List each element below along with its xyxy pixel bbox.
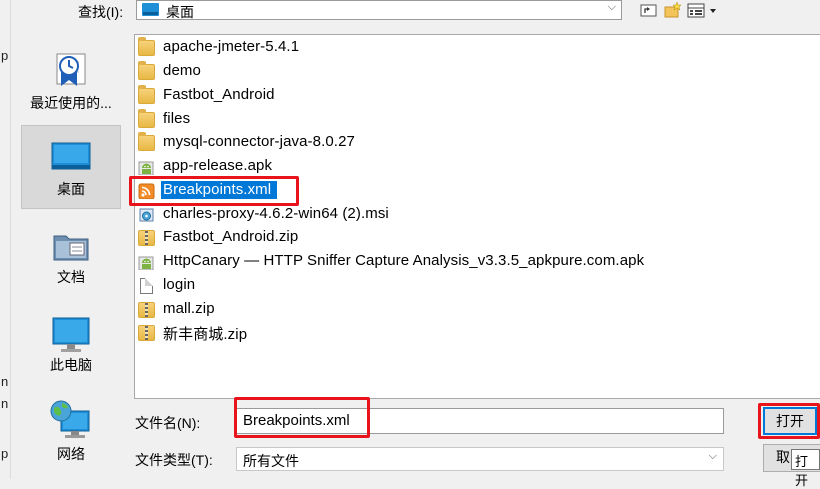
android-apk-icon xyxy=(138,161,154,175)
place-label: 文档 xyxy=(57,269,85,285)
list-item[interactable]: HttpCanary — HTTP Sniffer Capture Analys… xyxy=(136,251,796,273)
place-label: 最近使用的... xyxy=(30,95,112,111)
folder-icon xyxy=(138,132,155,151)
view-menu-icon xyxy=(687,3,716,18)
background-text: p xyxy=(1,446,9,461)
list-item[interactable]: demo xyxy=(136,61,796,83)
up-folder-icon xyxy=(640,4,657,17)
file-name: HttpCanary — HTTP Sniffer Capture Analys… xyxy=(163,252,645,269)
list-item[interactable]: 新丰商城.zip xyxy=(136,322,796,344)
desktop-icon xyxy=(51,142,91,170)
zip-icon xyxy=(138,230,155,246)
network-icon xyxy=(50,400,90,438)
place-label: 桌面 xyxy=(57,181,85,197)
chevron-down-icon: ⌵ xyxy=(708,450,717,462)
places-sidebar: 最近使用的... 桌面 文档 此电脑 网络 xyxy=(18,36,124,479)
place-recent[interactable]: 最近使用的... xyxy=(21,36,121,120)
list-item[interactable]: login xyxy=(136,275,796,297)
place-network[interactable]: 网络 xyxy=(21,391,121,475)
new-folder-button[interactable] xyxy=(662,1,684,19)
computer-icon xyxy=(52,317,90,352)
folder-icon xyxy=(138,109,155,128)
background-text: n xyxy=(1,396,9,411)
documents-icon xyxy=(53,235,89,261)
background-text: n xyxy=(1,374,9,389)
view-menu-button[interactable] xyxy=(686,1,720,19)
list-item[interactable]: charles-proxy-4.6.2-win64 (2).msi xyxy=(136,204,796,226)
list-item[interactable]: apache-jmeter-5.4.1 xyxy=(136,37,796,59)
new-folder-icon xyxy=(664,1,682,18)
place-desktop[interactable]: 桌面 xyxy=(21,125,121,209)
annotation-highlight-selected-file xyxy=(129,176,299,206)
zip-icon xyxy=(138,325,155,341)
file-name: Fastbot_Android.zip xyxy=(163,228,299,245)
file-name: Fastbot_Android xyxy=(163,86,275,103)
file-name: apache-jmeter-5.4.1 xyxy=(163,38,300,55)
file-icon xyxy=(140,278,153,294)
up-folder-button[interactable] xyxy=(638,1,660,19)
desktop-icon xyxy=(142,3,159,16)
place-documents[interactable]: 文档 xyxy=(21,214,121,298)
file-name: mall.zip xyxy=(163,300,215,317)
place-label: 网络 xyxy=(57,446,85,462)
chevron-down-icon[interactable]: ⌵ xyxy=(608,1,616,14)
lookin-combo[interactable]: 桌面 ⌵ xyxy=(136,0,622,20)
filetype-label: 文件类型(T): xyxy=(135,452,213,468)
list-item[interactable]: files xyxy=(136,109,796,131)
file-name: app-release.apk xyxy=(163,157,273,174)
list-item[interactable]: app-release.apk xyxy=(136,156,796,178)
file-name: charles-proxy-4.6.2-win64 (2).msi xyxy=(163,205,389,222)
open-button-tooltip: 打开 xyxy=(791,449,820,488)
list-item[interactable]: Fastbot_Android.zip xyxy=(136,227,796,249)
lookin-label: 查找(I): xyxy=(78,4,124,20)
place-computer[interactable]: 此电脑 xyxy=(21,302,121,386)
zip-icon xyxy=(138,302,155,318)
filename-label: 文件名(N): xyxy=(135,415,201,431)
list-item[interactable]: Fastbot_Android xyxy=(136,85,796,107)
annotation-highlight-open-button xyxy=(758,403,820,439)
android-apk-icon xyxy=(138,256,154,270)
list-item[interactable]: mall.zip xyxy=(136,299,796,321)
folder-icon xyxy=(138,61,155,80)
background-text: p xyxy=(1,48,9,63)
lookin-value: 桌面 xyxy=(166,4,194,20)
folder-icon xyxy=(138,37,155,56)
installer-msi-icon xyxy=(139,208,154,222)
annotation-highlight-filename xyxy=(234,397,370,438)
file-name: 新丰商城.zip xyxy=(163,326,248,343)
file-list[interactable]: apache-jmeter-5.4.1 demo Fastbot_Android… xyxy=(134,34,820,399)
recent-icon xyxy=(56,53,86,86)
filetype-select[interactable]: 所有文件 ⌵ xyxy=(236,447,724,471)
place-label: 此电脑 xyxy=(50,357,92,373)
file-name: files xyxy=(163,110,191,127)
folder-icon xyxy=(138,85,155,104)
file-name: mysql-connector-java-8.0.27 xyxy=(163,133,355,150)
filetype-value: 所有文件 xyxy=(243,453,299,469)
file-name: demo xyxy=(163,62,201,79)
file-name: login xyxy=(163,276,196,293)
list-item[interactable]: mysql-connector-java-8.0.27 xyxy=(136,132,796,154)
